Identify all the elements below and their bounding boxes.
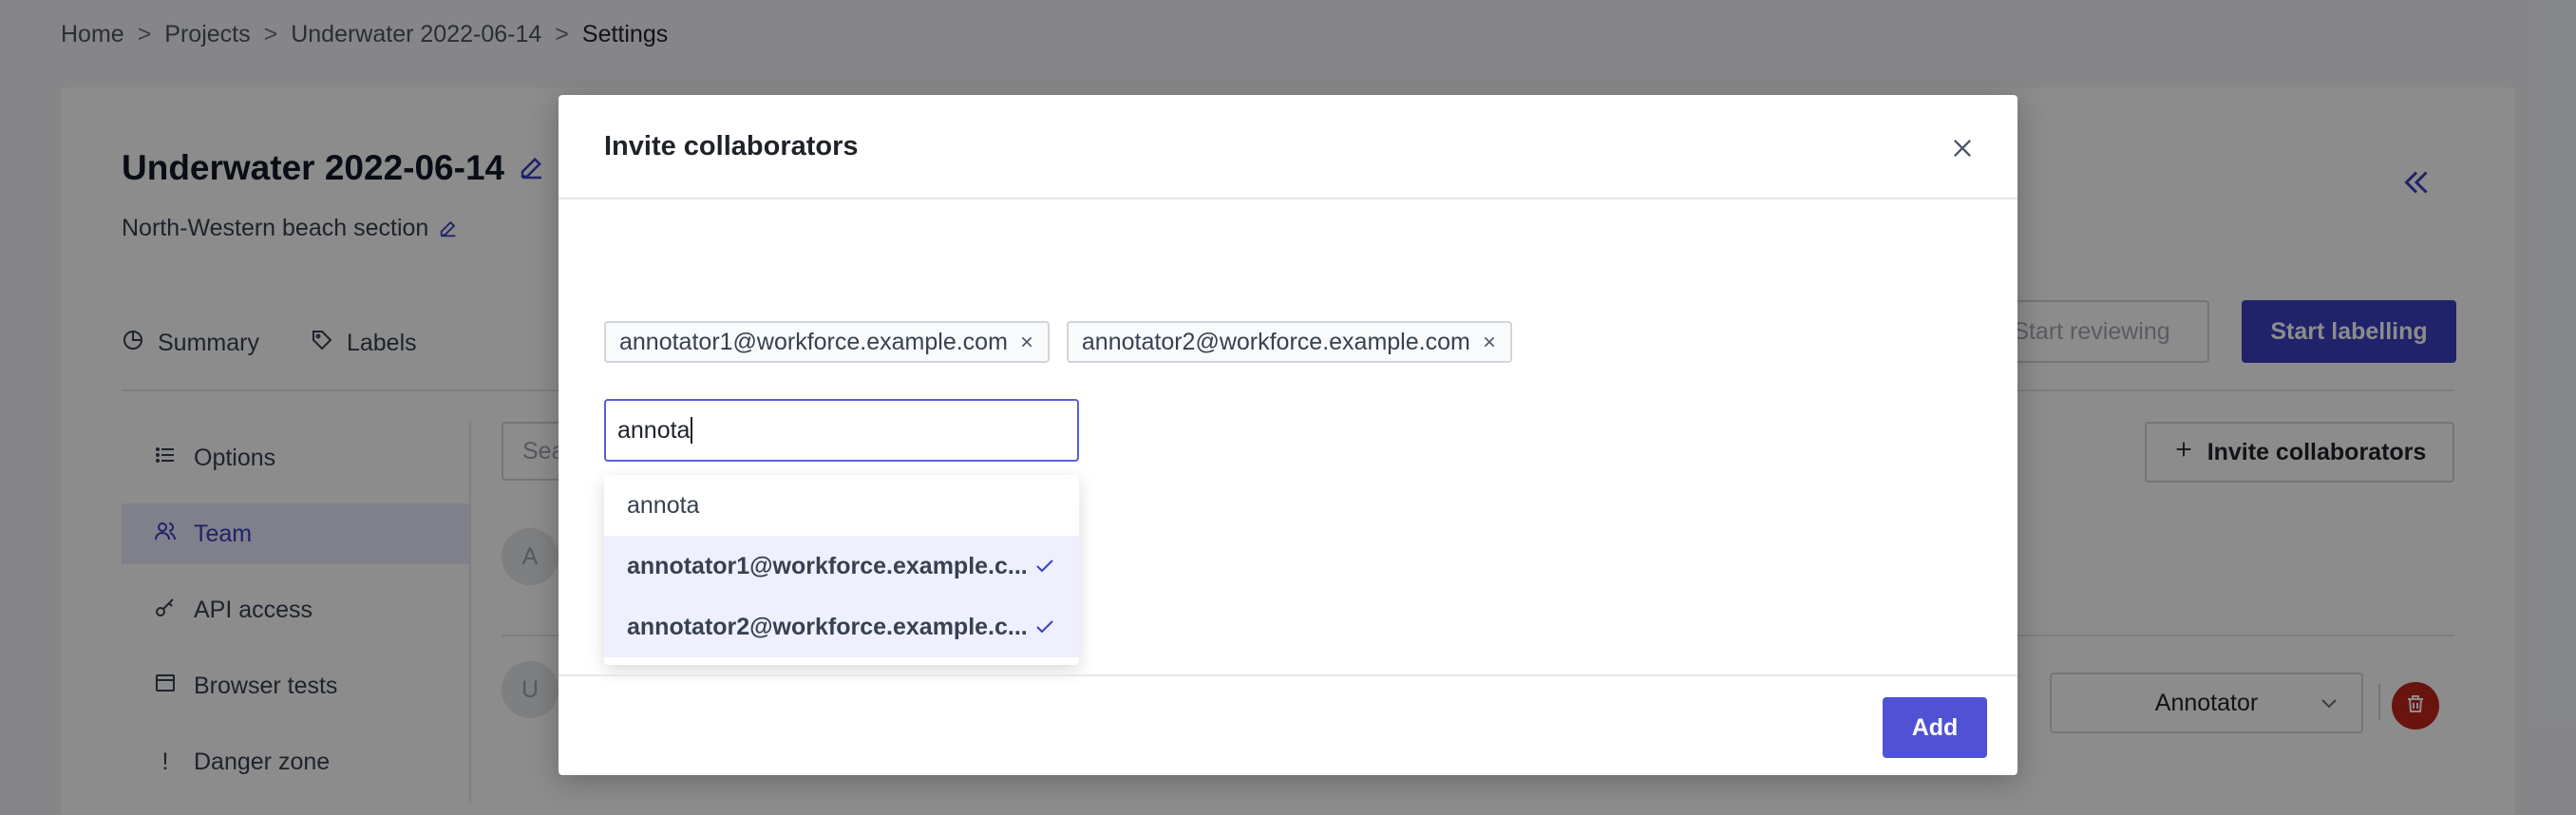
invite-collaborators-modal: Invite collaborators annotator1@workforc…	[559, 95, 2017, 775]
text-caret	[691, 417, 693, 444]
email-chip-label: annotator2@workforce.example.com	[1081, 328, 1470, 355]
dropdown-option[interactable]: annotator1@workforce.example.c...	[604, 536, 1079, 597]
dropdown-option-label: annota	[627, 491, 700, 519]
modal-header: Invite collaborators	[559, 95, 2017, 199]
email-chip-label: annotator1@workforce.example.com	[619, 328, 1008, 355]
modal-title: Invite collaborators	[604, 130, 859, 161]
close-icon[interactable]	[1947, 133, 1978, 163]
check-icon	[1033, 555, 1056, 584]
email-search-input[interactable]: annota	[604, 399, 1079, 462]
email-suggestions-dropdown: annota annotator1@workforce.example.c...…	[604, 475, 1079, 665]
modal-footer: Add	[559, 674, 2017, 775]
dropdown-option[interactable]: annota	[604, 475, 1079, 536]
selected-emails: annotator1@workforce.example.com annotat…	[604, 321, 1512, 363]
email-chip: annotator1@workforce.example.com	[604, 321, 1050, 363]
dropdown-option-label: annotator2@workforce.example.c...	[627, 613, 1028, 640]
email-input-value: annota	[617, 416, 691, 444]
add-button[interactable]: Add	[1883, 697, 1987, 758]
dropdown-option[interactable]: annotator2@workforce.example.c...	[604, 597, 1079, 657]
dropdown-option-label: annotator1@workforce.example.c...	[627, 552, 1028, 579]
check-icon	[1033, 616, 1056, 645]
email-chip: annotator2@workforce.example.com	[1066, 321, 1512, 363]
remove-chip-icon[interactable]	[1019, 334, 1034, 350]
remove-chip-icon[interactable]	[1482, 334, 1497, 350]
